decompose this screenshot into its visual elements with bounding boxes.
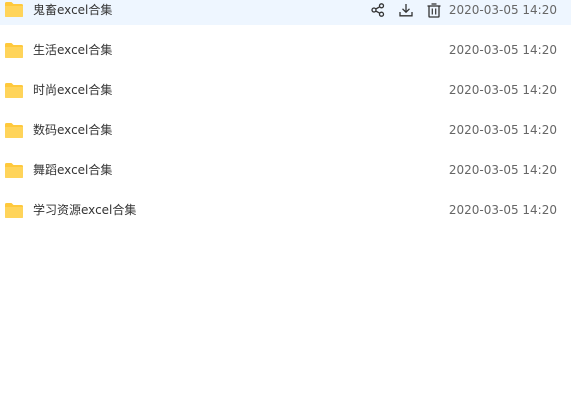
file-row-0[interactable]: 鬼畜excel合集 2020-03-05 14:20 xyxy=(0,0,571,25)
file-time: 2020-03-05 14:20 xyxy=(448,203,557,217)
file-time: 2020-03-05 14:20 xyxy=(448,123,557,137)
file-row-4[interactable]: 舞蹈excel合集 2020-03-05 14:20 xyxy=(0,150,571,190)
file-name[interactable]: 数码excel合集 xyxy=(33,123,112,137)
share-icon xyxy=(371,3,385,17)
file-name[interactable]: 时尚excel合集 xyxy=(33,83,112,97)
download-button[interactable] xyxy=(392,0,420,21)
file-time: 2020-03-05 14:20 xyxy=(448,43,557,57)
file-time: 2020-03-05 14:20 xyxy=(448,163,557,177)
delete-button[interactable] xyxy=(420,0,448,21)
file-name[interactable]: 舞蹈excel合集 xyxy=(33,163,112,177)
folder-icon xyxy=(5,162,23,178)
file-name[interactable]: 学习资源excel合集 xyxy=(33,203,136,217)
row-actions xyxy=(364,0,448,21)
file-time: 2020-03-05 14:20 xyxy=(448,3,557,17)
file-row-2[interactable]: 时尚excel合集 2020-03-05 14:20 xyxy=(0,70,571,110)
folder-icon xyxy=(5,42,23,58)
share-button[interactable] xyxy=(364,0,392,21)
file-name[interactable]: 生活excel合集 xyxy=(33,43,112,57)
folder-icon xyxy=(5,2,23,17)
folder-icon xyxy=(5,202,23,218)
file-row-5[interactable]: 学习资源excel合集 2020-03-05 14:20 xyxy=(0,190,571,230)
file-name[interactable]: 鬼畜excel合集 xyxy=(33,3,112,17)
folder-icon xyxy=(5,122,23,138)
download-icon xyxy=(399,4,413,17)
folder-icon xyxy=(5,82,23,98)
file-time: 2020-03-05 14:20 xyxy=(448,83,557,97)
trash-icon xyxy=(427,2,441,18)
file-row-3[interactable]: 数码excel合集 2020-03-05 14:20 xyxy=(0,110,571,150)
file-row-1[interactable]: 生活excel合集 2020-03-05 14:20 xyxy=(0,30,571,70)
